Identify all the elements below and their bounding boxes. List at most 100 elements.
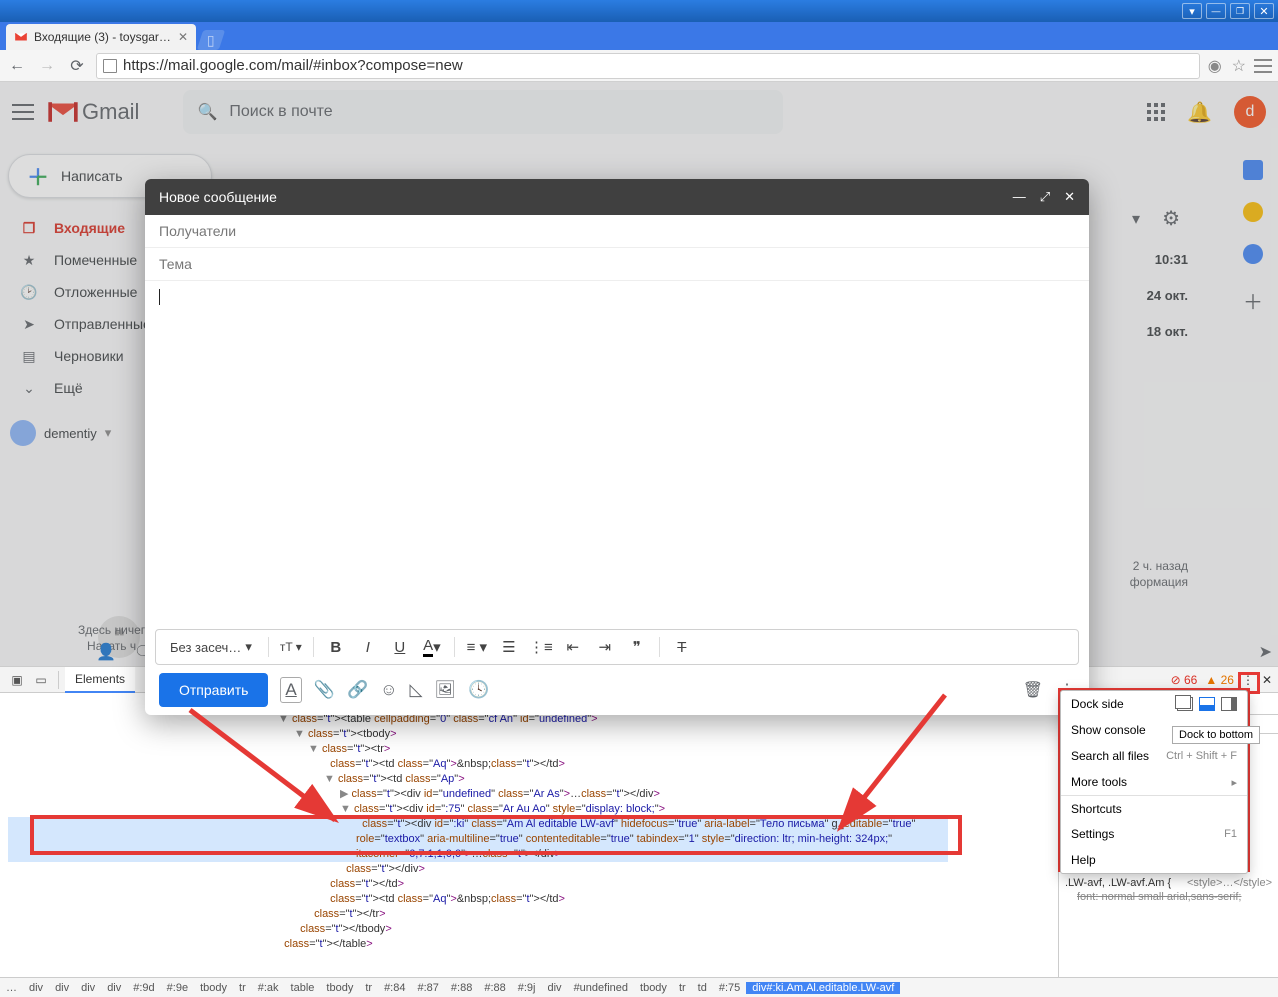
os-maximize-button[interactable] <box>1230 3 1250 19</box>
breadcrumb-item[interactable]: #:9d <box>127 982 160 994</box>
subject-field[interactable]: Тема <box>145 248 1089 281</box>
bold-icon[interactable]: B <box>322 633 350 661</box>
dom-node[interactable]: ▼ class="t"><td class="Ap"> <box>8 772 948 787</box>
dock-menu-item[interactable]: More tools▸ <box>1061 769 1247 795</box>
dom-node[interactable]: class="t"><div id=":ki" class="Am Al edi… <box>8 817 948 862</box>
link-icon[interactable]: 🔗 <box>347 680 368 700</box>
breadcrumb-item[interactable]: tbody <box>194 982 233 994</box>
italic-icon[interactable]: I <box>354 633 382 661</box>
bulleted-list-icon[interactable]: ⋮≡ <box>527 633 555 661</box>
send-button[interactable]: Отправить <box>159 673 268 707</box>
breadcrumb-item[interactable]: #:87 <box>411 982 444 994</box>
gmail-logo[interactable]: Gmail <box>48 99 139 125</box>
image-icon[interactable]: 🖼 <box>435 680 457 700</box>
compose-header[interactable]: Новое сообщение — ⤢ ✕ <box>145 179 1089 215</box>
person-icon[interactable]: 👤 <box>96 642 116 662</box>
breadcrumb-item[interactable]: table <box>285 982 321 994</box>
devtools-tab-elements[interactable]: Elements <box>65 667 135 693</box>
back-button[interactable]: ← <box>6 55 28 77</box>
bookmark-star-icon[interactable]: ☆ <box>1232 56 1246 76</box>
os-minimize-button[interactable] <box>1206 3 1226 19</box>
breadcrumb-item[interactable]: div <box>23 982 49 994</box>
calendar-icon[interactable] <box>1243 160 1263 180</box>
align-icon[interactable]: ≡ ▾ <box>463 633 491 661</box>
warning-count[interactable]: ▲ 26 <box>1205 673 1234 687</box>
breadcrumb-item[interactable]: #:88 <box>445 982 478 994</box>
error-count[interactable]: ⊘ 66 <box>1171 673 1198 687</box>
breadcrumb-item[interactable]: div <box>542 982 568 994</box>
dock-right-icon[interactable] <box>1221 697 1237 711</box>
breadcrumb-item[interactable]: #undefined <box>568 982 634 994</box>
notifications-icon[interactable]: 🔔 <box>1187 100 1212 125</box>
breadcrumb-item[interactable]: div <box>101 982 127 994</box>
settings-gear-icon[interactable]: ⚙ <box>1162 206 1180 231</box>
breadcrumb-item[interactable]: tr <box>359 982 378 994</box>
tab-close-icon[interactable]: ✕ <box>178 30 188 44</box>
browser-menu-icon[interactable] <box>1254 59 1272 73</box>
indent-less-icon[interactable]: ⇤ <box>559 633 587 661</box>
breadcrumb-item[interactable]: tbody <box>320 982 359 994</box>
reload-button[interactable]: ⟳ <box>66 55 88 77</box>
dom-node[interactable]: ▶ class="t"><div id="undefined" class="A… <box>8 787 948 802</box>
confidential-icon[interactable]: 🕓 <box>468 680 489 700</box>
main-menu-icon[interactable] <box>12 104 34 120</box>
dom-node[interactable]: class="t"><td class="Aq">&nbsp;class="t"… <box>8 757 948 772</box>
minimize-icon[interactable]: — <box>1013 189 1026 205</box>
emoji-icon[interactable]: ☺ <box>380 680 397 700</box>
remove-format-icon[interactable]: T <box>668 633 696 661</box>
attach-icon[interactable]: 📎 <box>314 680 335 700</box>
os-dropdown-button[interactable] <box>1182 3 1202 19</box>
os-close-button[interactable] <box>1254 3 1274 19</box>
new-tab-button[interactable]: ▯ <box>197 30 225 50</box>
tasks-icon[interactable] <box>1243 244 1263 264</box>
text-color-icon[interactable]: A ▾ <box>418 633 446 661</box>
keep-icon[interactable] <box>1243 202 1263 222</box>
dock-menu-item[interactable]: Help <box>1061 847 1247 873</box>
breadcrumb-item[interactable]: #:9j <box>512 982 542 994</box>
breadcrumb-item[interactable]: #:ak <box>252 982 285 994</box>
quote-icon[interactable]: ❞ <box>623 633 651 661</box>
dom-node[interactable]: class="t"><td class="Aq">&nbsp;class="t"… <box>8 892 948 907</box>
breadcrumb-item-active[interactable]: div#:ki.Am.Al.editable.LW-avf <box>746 982 900 994</box>
browser-tab[interactable]: Входящие (3) - toysgarden ✕ <box>6 24 196 50</box>
breadcrumb-item[interactable]: #:88 <box>478 982 511 994</box>
search-input[interactable]: 🔍 Поиск в почте <box>183 90 783 134</box>
dom-tree[interactable]: ▶ class="t"><div class="eJ">…class="t"><… <box>0 693 1058 977</box>
dom-node[interactable]: class="t"></tr> <box>8 907 948 922</box>
font-size-icon[interactable]: тT ▾ <box>277 633 305 661</box>
breadcrumb-item[interactable]: td <box>692 982 713 994</box>
devtools-close-icon[interactable]: ✕ <box>1262 673 1272 687</box>
numbered-list-icon[interactable]: ☰ <box>495 633 523 661</box>
dom-node[interactable]: ▼ class="t"><tbody> <box>8 727 948 742</box>
breadcrumb-item[interactable]: tr <box>233 982 252 994</box>
breadcrumb-item[interactable]: #:84 <box>378 982 411 994</box>
dock-undock-icon[interactable] <box>1177 697 1193 711</box>
dock-menu-item[interactable]: Shortcuts <box>1061 795 1247 821</box>
dom-node[interactable]: class="t"></tbody> <box>8 922 948 937</box>
account-avatar[interactable]: d <box>1234 96 1266 128</box>
refresh-dropdown-icon[interactable]: ▾ <box>1132 209 1140 229</box>
apps-grid-icon[interactable] <box>1147 103 1165 121</box>
dock-menu-item[interactable]: Search all filesCtrl + Shift + F <box>1061 743 1247 769</box>
close-icon[interactable]: ✕ <box>1064 189 1075 205</box>
formatting-toggle-icon[interactable]: A <box>280 677 301 703</box>
inspect-icon[interactable]: ▣ <box>6 673 28 687</box>
underline-icon[interactable]: U <box>386 633 414 661</box>
drive-icon[interactable]: ◺ <box>409 680 422 700</box>
breadcrumb-item[interactable]: … <box>0 982 23 994</box>
dock-bottom-icon[interactable] <box>1199 697 1215 711</box>
incognito-eye-icon[interactable]: ◉ <box>1208 56 1222 76</box>
dom-node[interactable]: class="t"></div> <box>8 862 948 877</box>
breadcrumb-item[interactable]: #:9e <box>161 982 194 994</box>
breadcrumb-item[interactable]: #:75 <box>713 982 746 994</box>
breadcrumb-item[interactable]: tbody <box>634 982 673 994</box>
compose-body[interactable] <box>145 281 1089 629</box>
breadcrumb-bar[interactable]: …divdivdivdiv#:9d#:9etbodytr#:aktabletbo… <box>0 977 1278 997</box>
side-panel-toggle-icon[interactable]: ➤ <box>1259 642 1272 662</box>
expand-icon[interactable]: ⤢ <box>1040 189 1050 205</box>
font-family-select[interactable]: Без засеч… ▾ <box>162 639 260 655</box>
dom-node[interactable]: class="t"></table> <box>8 937 948 952</box>
breadcrumb-item[interactable]: div <box>75 982 101 994</box>
recipients-field[interactable]: Получатели <box>145 215 1089 248</box>
indent-more-icon[interactable]: ⇥ <box>591 633 619 661</box>
